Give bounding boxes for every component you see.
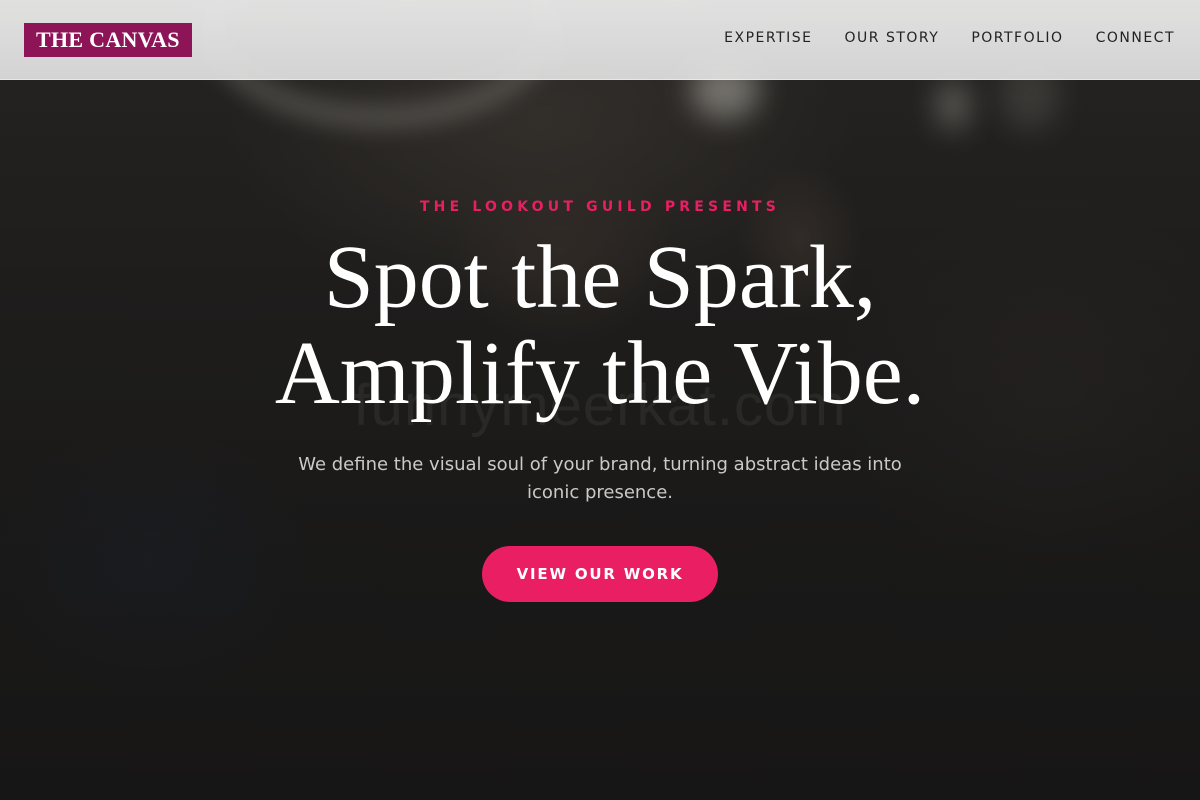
nav-link-expertise[interactable]: EXPERTISE xyxy=(724,30,812,46)
site-logo[interactable]: THE CANVAS xyxy=(24,23,192,57)
hero-eyebrow: THE LOOKOUT GUILD PRESENTS xyxy=(419,199,781,215)
nav-link-portfolio[interactable]: PORTFOLIO xyxy=(971,30,1063,46)
nav-link-connect[interactable]: CONNECT xyxy=(1096,30,1175,46)
main-nav: EXPERTISE OUR STORY PORTFOLIO CONNECT xyxy=(724,30,1175,46)
view-our-work-button[interactable]: VIEW OUR WORK xyxy=(482,546,718,602)
hero-headline-line-2: Amplify the Vibe. xyxy=(274,324,926,423)
nav-link-our-story[interactable]: OUR STORY xyxy=(845,30,940,46)
hero-headline-line-1: Spot the Spark, xyxy=(323,228,877,327)
hero-subtitle: We define the visual soul of your brand,… xyxy=(298,454,902,503)
site-header: THE CANVAS EXPERTISE OUR STORY PORTFOLIO… xyxy=(0,0,1200,80)
hero-headline: Spot the Spark, Amplify the Vibe. xyxy=(0,230,1200,422)
